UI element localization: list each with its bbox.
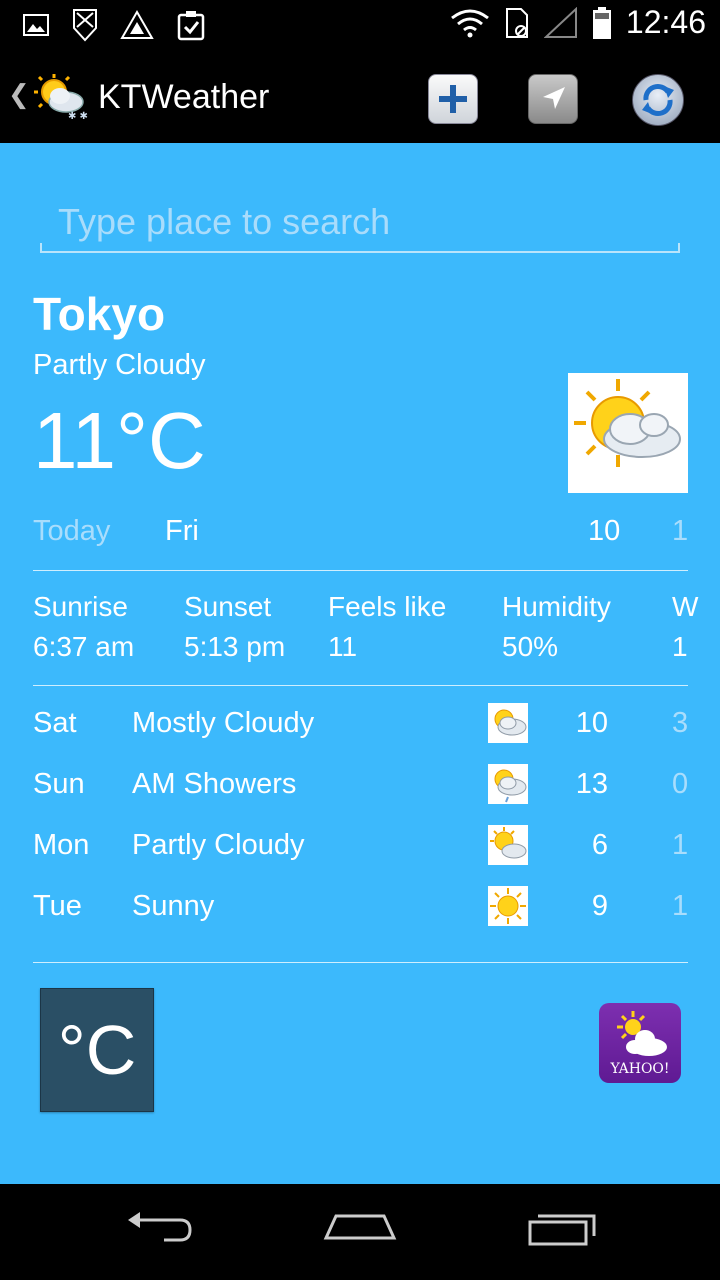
current-location-button[interactable] [528,74,578,124]
detail-value: 6:37 am [33,631,135,662]
status-bar: 12:46 [0,0,720,50]
details-row: Sunrise 6:37 am Sunset 5:13 pm Feels lik… [0,591,720,671]
forecast-high: 10 [575,707,608,739]
forecast-day: Tue [33,890,82,922]
forecast-high: 13 [575,768,608,800]
forecast-low: 1 [672,890,689,922]
detail-label: Sunrise [33,591,128,622]
divider [33,962,688,963]
forecast-condition: Sunny [132,890,215,922]
mostly-cloudy-icon [494,709,527,736]
clock: 12:46 [625,4,706,40]
svg-text:✱ ✱: ✱ ✱ [68,111,88,122]
image-icon [23,14,49,36]
today-low: 1 [672,515,689,547]
current-temperature: 11°C [33,396,206,485]
unit-toggle-button[interactable]: °C [40,988,154,1112]
yahoo-weather-icon [617,1011,667,1056]
showers-icon [494,769,527,803]
today-high: 10 [588,515,621,547]
partly-cloudy-icon [574,379,681,467]
search-box[interactable] [40,193,680,253]
forecast-low: 0 [672,768,689,800]
detail-wind: W 1 [672,591,698,663]
home-icon[interactable] [322,1208,398,1248]
back-icon[interactable] [124,1208,194,1248]
forecast-row: Sun AM Showers 13 0 [0,764,720,808]
search-input[interactable] [56,199,660,245]
forecast-condition: Partly Cloudy [132,829,305,861]
forecast-row: Tue Sunny 9 1 [0,886,720,930]
weather-panel: Tokyo Partly Cloudy 11°C Today Fri 10 1 … [0,143,720,1184]
forecast-row: Sat Mostly Cloudy 10 3 [0,703,720,747]
detail-value: 1 [672,631,688,662]
forecast-high: 6 [591,829,608,861]
divider [33,685,688,686]
detail-feels-like: Feels like 11 [328,591,446,663]
navigation-bar [0,1184,720,1280]
add-icon [439,85,467,113]
forecast-row: Mon Partly Cloudy 6 1 [0,825,720,869]
forecast-icon-box [488,764,528,804]
forecast-icon-box [488,703,528,743]
detail-label: Sunset [184,591,272,622]
detail-value: 11 [328,631,358,662]
refresh-icon [642,84,674,116]
signal-icon [543,6,577,38]
location-arrow-icon [543,87,565,109]
clipboard-check-icon [177,11,205,41]
partly-cloudy-icon [490,827,527,859]
sunny-icon [490,888,526,924]
city-name: Tokyo [33,288,166,340]
triangle-logo-icon [120,10,154,39]
forecast-condition: Mostly Cloudy [132,707,315,739]
detail-label: Humidity [502,591,611,622]
detail-label: W [672,591,699,622]
battery-icon [592,6,611,39]
forecast-high: 9 [591,890,608,922]
app-logo-icon[interactable]: ✱ ✱ [32,72,88,122]
yahoo-weather-button[interactable]: YAHOO! [599,1003,681,1083]
forecast-day: Sat [33,707,77,739]
detail-value: 5:13 pm [184,631,286,662]
today-row: Today Fri 10 1 [0,515,720,555]
add-location-button[interactable] [428,74,478,124]
back-chevron-icon[interactable]: ❮ [8,80,30,110]
sim-icon [505,7,528,38]
forecast-icon-box [488,825,528,865]
today-label: Today [33,515,111,547]
action-bar: ❮ ✱ ✱ KTWeather [0,50,720,143]
app-title: KTWeather [98,78,270,116]
forecast-day: Sun [33,768,85,800]
download-icon [73,9,97,42]
refresh-button[interactable] [632,74,684,126]
recent-apps-icon[interactable] [526,1208,598,1248]
divider [33,570,688,571]
forecast-low: 1 [672,829,689,861]
current-weather-image [568,373,688,493]
wifi-icon [451,9,489,37]
yahoo-label: YAHOO! [610,1061,670,1077]
forecast-condition: AM Showers [132,768,297,800]
detail-sunrise: Sunrise 6:37 am [33,591,134,663]
detail-label: Feels like [328,591,447,622]
detail-value: 50% [502,631,559,662]
forecast-icon-box [488,886,528,926]
current-condition: Partly Cloudy [33,349,206,381]
detail-humidity: Humidity 50% [502,591,611,663]
detail-sunset: Sunset 5:13 pm [184,591,285,663]
forecast-day: Mon [33,829,90,861]
today-day: Fri [165,515,199,547]
forecast-low: 3 [672,707,689,739]
